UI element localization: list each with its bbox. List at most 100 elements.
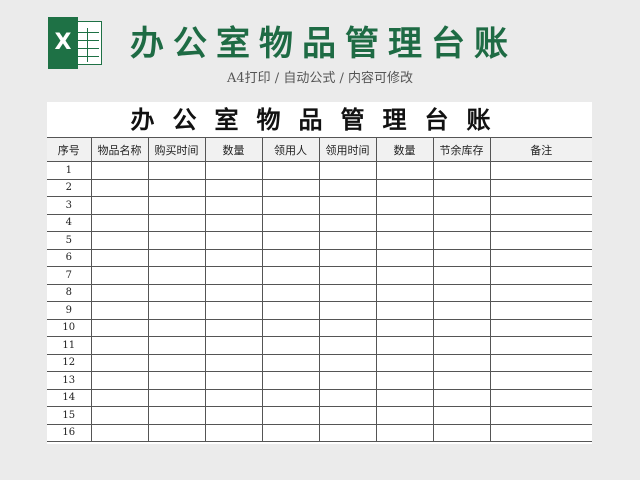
table-cell[interactable] [318,388,377,407]
table-cell[interactable] [375,213,434,232]
table-cell[interactable] [489,196,592,215]
table-cell[interactable] [432,388,491,407]
table-cell[interactable] [318,423,377,442]
table-cell[interactable] [375,318,434,337]
table-cell[interactable] [261,353,320,372]
table-cell[interactable] [204,301,263,320]
table-cell[interactable] [432,196,491,215]
table-cell[interactable] [90,161,149,180]
table-cell[interactable] [489,423,592,442]
table-cell[interactable] [261,178,320,197]
table-cell[interactable] [261,388,320,407]
table-cell[interactable] [432,161,491,180]
table-cell[interactable] [147,336,206,355]
table-cell[interactable] [375,301,434,320]
table-cell[interactable] [489,318,592,337]
table-cell[interactable] [204,231,263,250]
table-cell[interactable] [375,178,434,197]
table-cell[interactable] [90,283,149,302]
table-cell[interactable] [90,423,149,442]
table-cell[interactable] [432,283,491,302]
table-cell[interactable] [147,318,206,337]
table-cell[interactable] [375,353,434,372]
table-cell[interactable] [375,406,434,425]
table-cell[interactable] [204,318,263,337]
table-cell[interactable] [489,301,592,320]
table-cell[interactable] [489,161,592,180]
table-cell[interactable] [147,301,206,320]
table-cell[interactable] [204,196,263,215]
table-cell[interactable] [204,371,263,390]
table-cell[interactable] [90,266,149,285]
table-cell[interactable] [90,196,149,215]
table-cell[interactable] [432,266,491,285]
table-cell[interactable] [90,353,149,372]
table-cell[interactable] [261,231,320,250]
table-cell[interactable] [147,388,206,407]
table-cell[interactable] [90,388,149,407]
table-cell[interactable] [432,336,491,355]
table-cell[interactable] [261,283,320,302]
table-cell[interactable] [90,213,149,232]
table-cell[interactable] [318,371,377,390]
table-cell[interactable] [261,301,320,320]
table-cell[interactable] [375,388,434,407]
table-cell[interactable] [261,406,320,425]
table-cell[interactable] [90,336,149,355]
table-cell[interactable] [432,423,491,442]
table-cell[interactable] [90,231,149,250]
table-cell[interactable] [261,336,320,355]
table-cell[interactable] [318,231,377,250]
table-cell[interactable] [432,371,491,390]
table-cell[interactable] [318,196,377,215]
table-cell[interactable] [489,371,592,390]
table-cell[interactable] [375,336,434,355]
table-cell[interactable] [261,196,320,215]
table-cell[interactable] [204,283,263,302]
table-cell[interactable] [147,161,206,180]
table-cell[interactable] [318,301,377,320]
table-cell[interactable] [318,178,377,197]
table-cell[interactable] [489,213,592,232]
table-cell[interactable] [204,266,263,285]
table-cell[interactable] [318,318,377,337]
table-cell[interactable] [489,266,592,285]
table-cell[interactable] [261,213,320,232]
table-cell[interactable] [432,248,491,267]
table-cell[interactable] [204,423,263,442]
table-cell[interactable] [432,213,491,232]
table-cell[interactable] [147,178,206,197]
table-cell[interactable] [90,318,149,337]
table-cell[interactable] [318,283,377,302]
table-cell[interactable] [204,161,263,180]
table-cell[interactable] [261,248,320,267]
table-cell[interactable] [375,423,434,442]
table-cell[interactable] [318,336,377,355]
table-cell[interactable] [375,266,434,285]
table-cell[interactable] [432,406,491,425]
table-cell[interactable] [147,231,206,250]
table-cell[interactable] [489,353,592,372]
table-cell[interactable] [375,161,434,180]
table-cell[interactable] [90,178,149,197]
table-cell[interactable] [489,178,592,197]
table-cell[interactable] [90,301,149,320]
table-cell[interactable] [432,231,491,250]
table-cell[interactable] [375,248,434,267]
table-cell[interactable] [147,196,206,215]
table-cell[interactable] [204,388,263,407]
table-cell[interactable] [318,161,377,180]
table-cell[interactable] [375,371,434,390]
table-cell[interactable] [489,388,592,407]
table-cell[interactable] [90,248,149,267]
table-cell[interactable] [318,213,377,232]
table-cell[interactable] [261,318,320,337]
table-cell[interactable] [261,371,320,390]
table-cell[interactable] [375,196,434,215]
table-cell[interactable] [147,266,206,285]
table-cell[interactable] [204,406,263,425]
table-cell[interactable] [318,248,377,267]
table-cell[interactable] [261,266,320,285]
table-cell[interactable] [147,371,206,390]
table-cell[interactable] [318,353,377,372]
